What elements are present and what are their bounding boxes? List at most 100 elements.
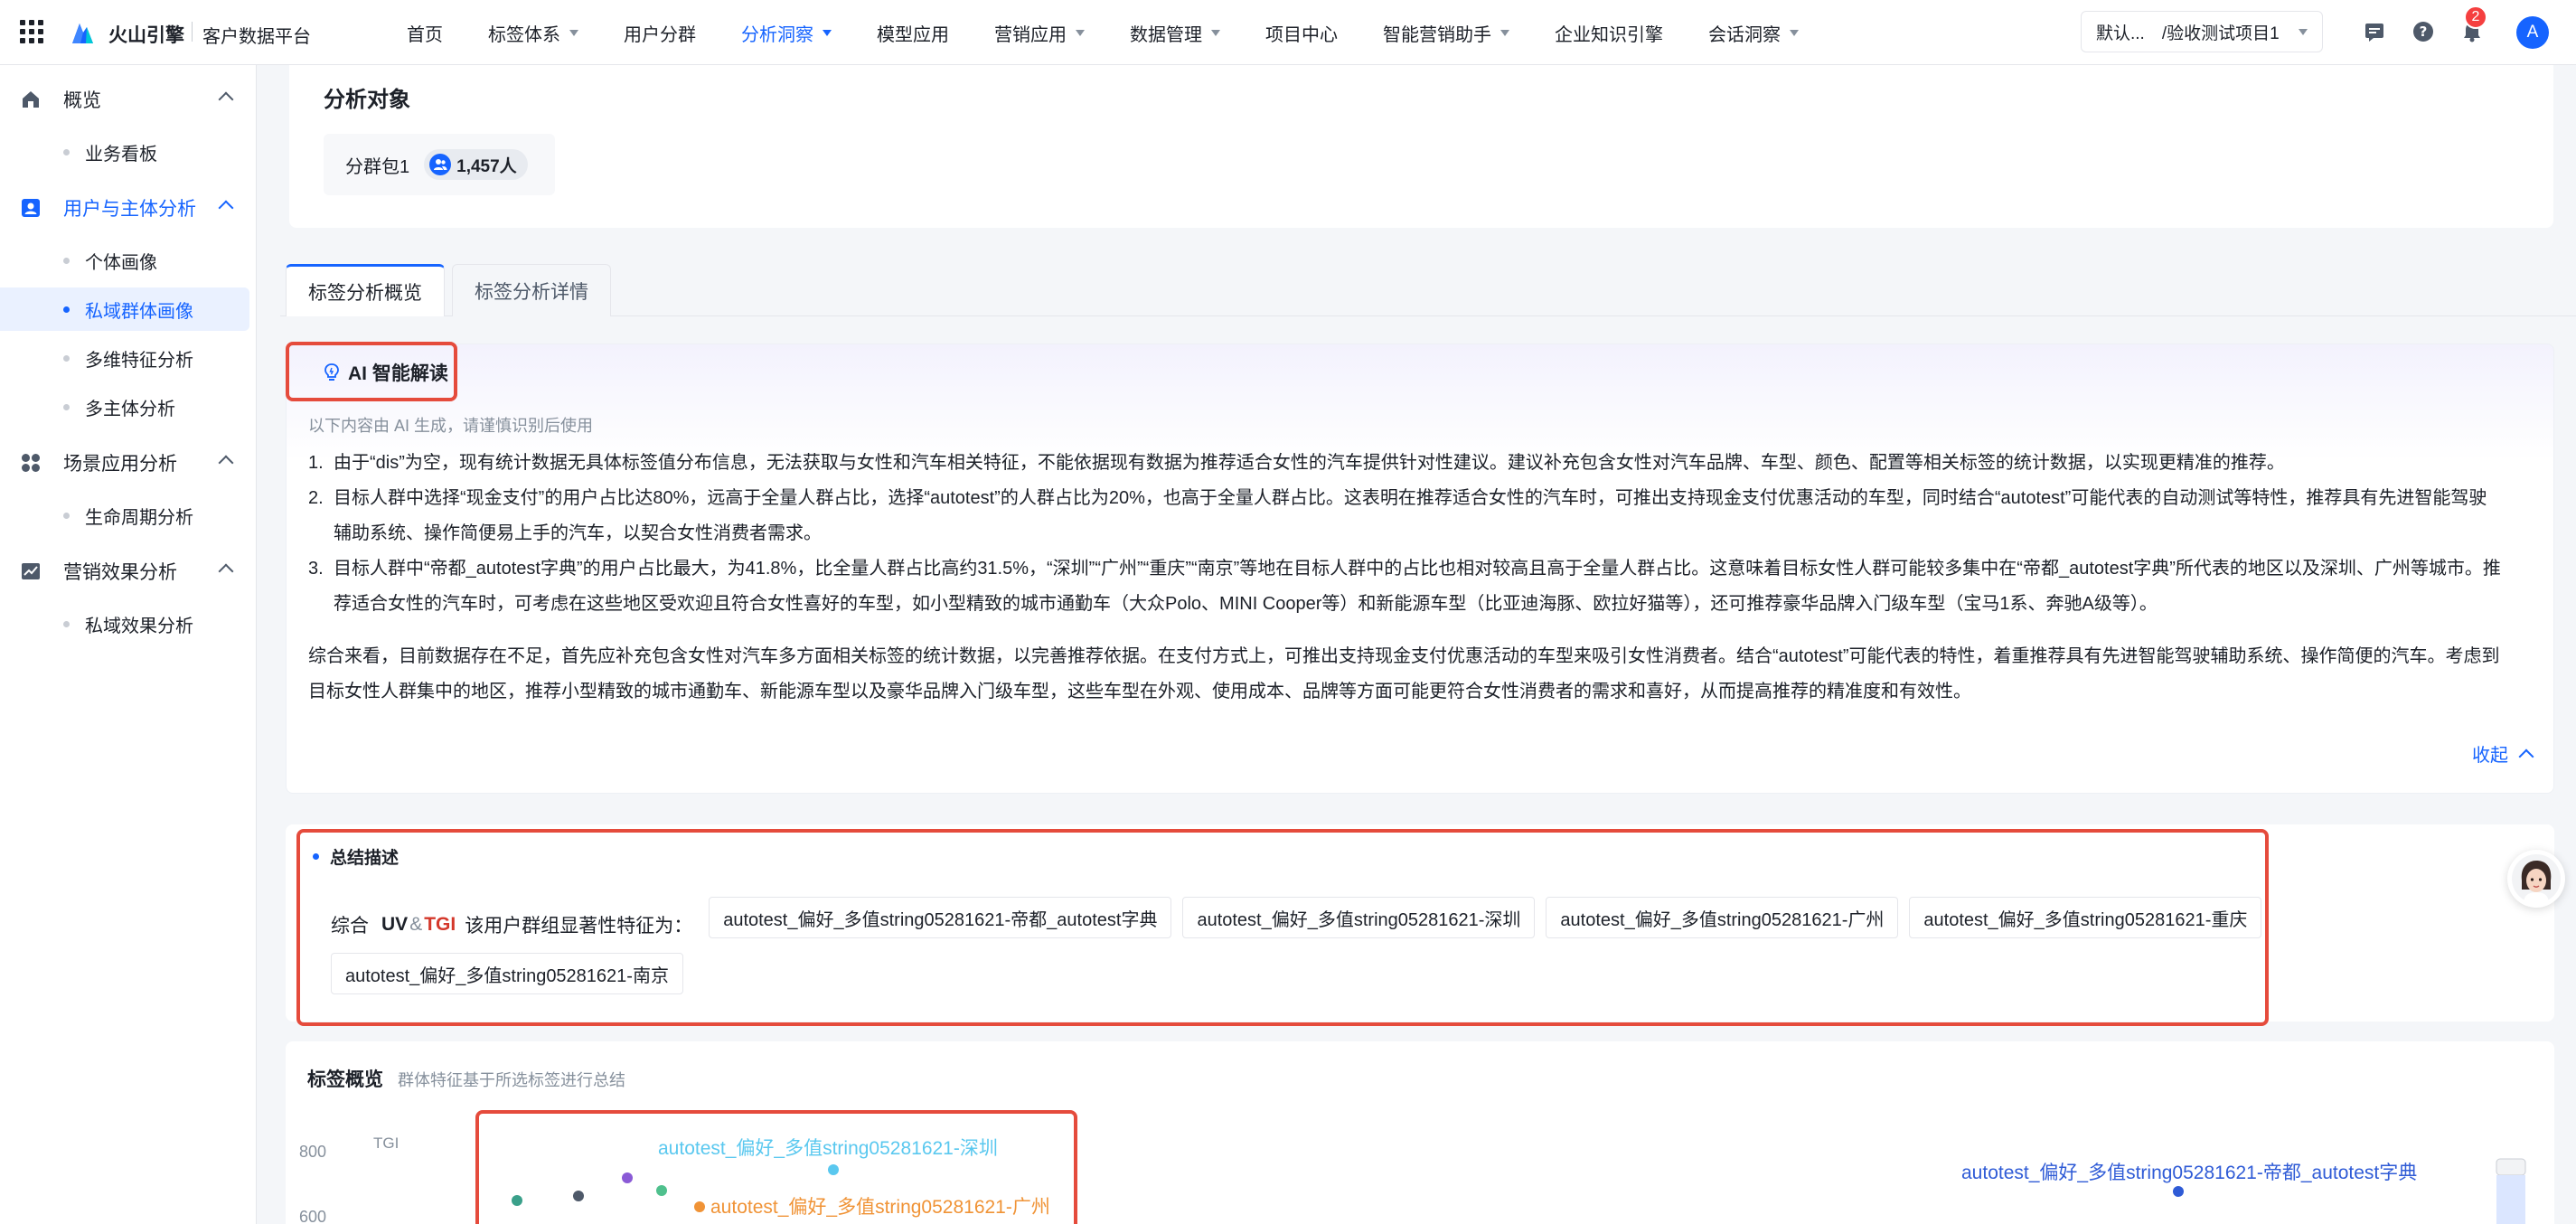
message-icon[interactable]: [2363, 20, 2386, 43]
nav-item[interactable]: 首页: [407, 20, 443, 46]
chevron-down-icon: [1211, 29, 1220, 36]
bullet-dot: [63, 306, 70, 313]
main-nav: 首页 标签体系 用户分群 分析洞察 模型应用 营销应用 数据管理 项目中心 智能营销助手 企业知识…: [407, 0, 1844, 65]
ai-header: AI 智能解读: [305, 344, 469, 400]
sidebar-group[interactable]: 用户与主体分析: [0, 183, 257, 233]
apps-circles-icon: [20, 452, 42, 474]
nav-item[interactable]: 会话洞察: [1708, 20, 1799, 46]
nav-item[interactable]: 项目中心: [1265, 20, 1338, 46]
scatter-point[interactable]: [694, 1201, 705, 1212]
chevron-down-icon: [569, 29, 578, 36]
summary-prefix-text: 综合: [331, 916, 369, 937]
assistant-avatar-icon: [2512, 854, 2561, 904]
feature-tag[interactable]: autotest_偏好_多值string05281621-广州: [1546, 897, 1899, 938]
sidebar-item[interactable]: 生命周期分析: [0, 494, 249, 537]
nav-item[interactable]: 智能营销助手: [1383, 20, 1509, 46]
chevron-down-icon: [823, 29, 832, 36]
scatter-point[interactable]: [512, 1195, 522, 1206]
chevron-down-icon: [1790, 29, 1799, 36]
list-number: 3.: [308, 559, 324, 579]
sidebar-item-label: 多主体分析: [85, 399, 175, 419]
sidebar-item-label: 业务看板: [85, 144, 157, 165]
ai-insight-item: 3. 目标人群中“帝都_autotest字典”的用户占比最大，为41.8%，比全量…: [308, 551, 2505, 622]
ai-summary: 综合来看，目前数据存在不足，首先应补充包含女性对汽车多方面相关标签的统计数据，以…: [308, 646, 2500, 701]
nav-item[interactable]: 数据管理: [1130, 20, 1220, 46]
sidebar-group-label: 用户与主体分析: [63, 199, 196, 220]
sidebar-item[interactable]: 业务看板: [0, 130, 249, 174]
user-avatar[interactable]: A: [2516, 16, 2549, 49]
summary-prefix: 综合 UV & TGI 该用户群组显著性特征为：: [331, 904, 692, 946]
feature-tag[interactable]: autotest_偏好_多值string05281621-帝都_autotest…: [709, 897, 1172, 938]
volcano-logo-icon: [72, 24, 93, 43]
app-grid-icon[interactable]: [20, 20, 43, 43]
svg-text:?: ?: [2420, 24, 2428, 40]
zoom-handle[interactable]: [2496, 1158, 2526, 1176]
sidebar-group[interactable]: 营销效果分析: [0, 546, 257, 597]
scatter-point[interactable]: [573, 1191, 584, 1201]
scatter-point[interactable]: [622, 1172, 633, 1183]
project-select[interactable]: 默认... /验收测试项目1: [2081, 11, 2323, 52]
tab-tag-detail[interactable]: 标签分析详情: [452, 264, 611, 316]
scatter-point[interactable]: [2173, 1186, 2184, 1197]
sidebar-group[interactable]: 概览: [0, 74, 257, 125]
tag-overview-card: 标签概览 群体特征基于所选标签进行总结 800 600 TGI autotest…: [286, 1041, 2554, 1224]
nav-item[interactable]: 企业知识引擎: [1555, 20, 1663, 46]
nav-item-label: 数据管理: [1130, 24, 1202, 45]
nav-item-label: 分析洞察: [741, 24, 813, 45]
scatter-point[interactable]: [828, 1164, 839, 1175]
y-axis-label: TGI: [373, 1135, 399, 1152]
analysis-object-card: 分析对象 分群包1 1,457人: [289, 65, 2553, 228]
nav-item[interactable]: 标签体系: [488, 20, 578, 46]
feature-tag[interactable]: autotest_偏好_多值string05281621-南京: [331, 953, 683, 994]
sidebar-item-label: 个体画像: [85, 252, 157, 273]
sidebar-group[interactable]: 场景应用分析: [0, 438, 257, 488]
notification-badge: 2: [2464, 5, 2487, 29]
sidebar-item[interactable]: 私域群体画像: [0, 287, 249, 331]
y-tick-label: 800: [299, 1143, 326, 1161]
zoom-range-bar[interactable]: [2496, 1175, 2525, 1224]
chevron-up-icon: [218, 563, 234, 579]
analysis-object-title: 分析对象: [324, 88, 410, 112]
bullet-dot: [63, 621, 70, 627]
collapse-button[interactable]: 收起: [2472, 740, 2534, 767]
ai-insight-item: 1. 由于“dis”为空，现有统计数据无具体标签值分布信息，无法获取与女性和汽车相…: [308, 446, 2505, 481]
tgi-scatter-chart: 800 600 TGI autotest_偏好_多值string05281621…: [299, 1135, 2526, 1224]
segment-pill[interactable]: 分群包1 1,457人: [324, 134, 555, 195]
feature-tag[interactable]: autotest_偏好_多值string05281621-重庆: [1909, 897, 2262, 938]
sidebar-item[interactable]: 私域效果分析: [0, 602, 249, 645]
nav-item[interactable]: 模型应用: [877, 20, 949, 46]
people-icon: [429, 154, 452, 175]
platform-name: 客户数据平台: [202, 27, 311, 47]
scatter-point[interactable]: [656, 1185, 667, 1196]
brand-name: 火山引擎: [108, 25, 184, 46]
summary-line: 综合 UV & TGI 该用户群组显著性特征为： autotest_偏好_多值s…: [331, 897, 2518, 1009]
list-number: 2.: [308, 488, 324, 508]
sidebar-item-label: 生命周期分析: [85, 507, 193, 528]
sidebar-item-label: 私域效果分析: [85, 616, 193, 636]
nav-item-label: 企业知识引擎: [1555, 24, 1663, 45]
assistant-avatar-button[interactable]: [2507, 850, 2565, 908]
analysis-tabs: 标签分析概览 标签分析详情: [280, 250, 2576, 316]
ai-insight-text: 由于“dis”为空，现有统计数据无具体标签值分布信息，无法获取与女性和汽车相关特…: [334, 453, 2285, 473]
bullet-dot: [63, 404, 70, 410]
sidebar-group-label: 概览: [63, 90, 101, 111]
nav-item-label: 智能营销助手: [1383, 24, 1491, 45]
tgi-label: TGI: [424, 914, 456, 935]
sidebar-item[interactable]: 个体画像: [0, 239, 249, 282]
trend-chart-icon: [20, 560, 42, 582]
nav-item[interactable]: 营销应用: [994, 20, 1085, 46]
tab-tag-overview[interactable]: 标签分析概览: [286, 264, 445, 316]
nav-item[interactable]: 分析洞察: [741, 20, 832, 46]
collapse-label: 收起: [2472, 746, 2508, 766]
chevron-up-icon: [218, 91, 234, 108]
feature-tag[interactable]: autotest_偏好_多值string05281621-深圳: [1182, 897, 1536, 938]
help-icon[interactable]: ?: [2411, 20, 2435, 43]
sidebar-item[interactable]: 多维特征分析: [0, 336, 249, 380]
ai-disclaimer: 以下内容由 AI 生成，请谨慎识别后使用: [308, 417, 594, 435]
sidebar-item[interactable]: 多主体分析: [0, 385, 249, 428]
sidebar-item-label: 私域群体画像: [85, 301, 193, 322]
segment-count-chip: 1,457人: [424, 149, 528, 180]
bullet-dot: [63, 355, 70, 362]
point-label: autotest_偏好_多值string05281621-帝都_autotest…: [1961, 1163, 2417, 1183]
nav-item[interactable]: 用户分群: [624, 20, 696, 46]
